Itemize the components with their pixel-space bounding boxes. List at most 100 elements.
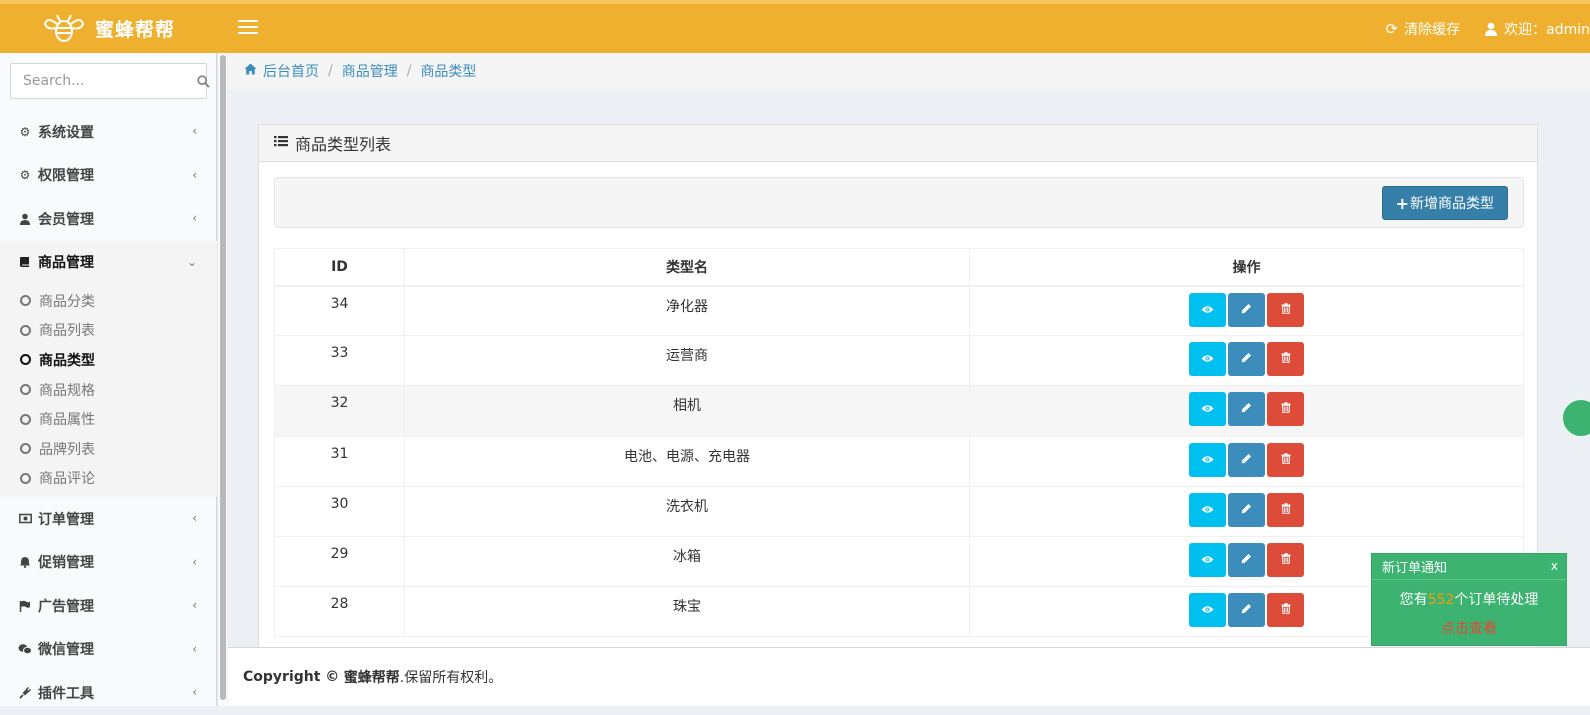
cell-actions	[969, 284, 1524, 337]
edit-button[interactable]	[1228, 342, 1265, 377]
view-orders-link[interactable]: 点击查看	[1372, 618, 1566, 640]
cell-id: 34	[274, 284, 405, 337]
breadcrumb-current[interactable]: 商品类型	[420, 61, 476, 81]
hamburger-icon	[238, 20, 258, 22]
scrollbar-thumb[interactable]	[220, 55, 226, 700]
table-row: 31 电池、电源、充电器	[274, 435, 1524, 487]
sidebar-item-plugins[interactable]: 插件工具 ‹	[0, 671, 217, 715]
sidebar-item-permissions[interactable]: ⚙ 权限管理 ‹	[0, 154, 217, 198]
sidebar-subitem-product-type[interactable]: 商品类型	[0, 345, 217, 375]
subitem-label: 商品评论	[39, 471, 95, 488]
delete-button[interactable]	[1267, 292, 1304, 327]
footer-brand: 蜜蜂帮帮	[343, 670, 400, 686]
pencil-icon	[1241, 302, 1252, 318]
sidebar-subitem-product-attribute[interactable]: 商品属性	[0, 404, 217, 434]
delete-button[interactable]	[1267, 442, 1304, 477]
delete-button[interactable]	[1267, 492, 1304, 527]
chevron-down-icon: ⌄	[186, 254, 197, 269]
sidebar-subitem-product-category[interactable]: 商品分类	[0, 286, 217, 316]
edit-button[interactable]	[1228, 593, 1265, 628]
view-button[interactable]	[1189, 342, 1226, 377]
sidebar-search	[10, 63, 210, 99]
search-input[interactable]	[11, 64, 197, 98]
logo[interactable]: 蜜蜂帮帮	[0, 4, 218, 53]
edit-button[interactable]	[1228, 492, 1265, 527]
cell-actions	[969, 335, 1524, 387]
user-menu[interactable]: 欢迎：admin	[1484, 19, 1590, 39]
cell-actions	[969, 435, 1524, 487]
breadcrumb: 后台首页 / 商品管理 / 商品类型	[228, 53, 1590, 89]
delete-button[interactable]	[1267, 392, 1304, 427]
view-button[interactable]	[1189, 492, 1226, 527]
footer-rights: .保留所有权利。	[399, 670, 503, 686]
sidebar-item-promotions[interactable]: 促销管理 ‹	[0, 541, 217, 585]
eye-icon	[1201, 502, 1214, 518]
notification-header: 新订单通知 x	[1372, 554, 1566, 580]
money-icon	[18, 512, 32, 526]
trash-icon	[1281, 351, 1291, 367]
gear-icon: ⚙	[19, 124, 31, 139]
table-row: 30 洗衣机	[274, 485, 1524, 537]
column-header-actions: 操作	[969, 248, 1524, 287]
cell-type-name: 冰箱	[404, 535, 970, 588]
edit-button[interactable]	[1228, 442, 1265, 477]
view-button[interactable]	[1189, 292, 1226, 327]
pencil-icon	[1241, 552, 1252, 568]
breadcrumb-home-link[interactable]: 后台首页	[263, 61, 319, 81]
table-header-row: ID 类型名 操作	[274, 248, 1524, 287]
sidebar-subitem-product-list[interactable]: 商品列表	[0, 316, 217, 346]
cell-actions	[969, 385, 1524, 437]
delete-button[interactable]	[1267, 542, 1304, 577]
edit-button[interactable]	[1228, 542, 1265, 577]
sidebar-item-members[interactable]: 会员管理 ‹	[0, 197, 217, 241]
search-icon[interactable]	[197, 74, 210, 88]
floating-chat-bubble[interactable]	[1561, 398, 1590, 438]
delete-button[interactable]	[1267, 593, 1304, 628]
add-product-type-button[interactable]: + 新增商品类型	[1381, 186, 1508, 220]
notice-text-after: 个订单待处理	[1454, 592, 1539, 608]
sidebar-item-orders[interactable]: 订单管理 ‹	[0, 497, 217, 541]
sidebar-item-wechat[interactable]: 微信管理 ‹	[0, 628, 217, 672]
sidebar-item-ads[interactable]: 广告管理 ‹	[0, 584, 217, 628]
eye-icon	[1201, 302, 1214, 318]
sidebar-toggle-button[interactable]	[238, 16, 258, 38]
circle-icon	[20, 354, 31, 366]
trash-icon	[1281, 302, 1291, 318]
book-icon	[18, 255, 32, 269]
pencil-icon	[1241, 602, 1252, 618]
bell-icon	[18, 555, 32, 569]
pencil-icon	[1241, 502, 1252, 518]
sidebar-item-products[interactable]: 商品管理 ⌄	[0, 240, 217, 284]
trash-icon	[1281, 552, 1291, 568]
flag-icon	[18, 599, 32, 613]
subitem-label: 商品列表	[39, 323, 95, 340]
close-icon[interactable]: x	[1551, 559, 1558, 573]
sidebar-item-system-settings[interactable]: ⚙ 系统设置 ‹	[0, 110, 217, 154]
subitem-label: 商品分类	[39, 293, 95, 310]
cell-id: 31	[274, 435, 405, 487]
sidebar-item-label: 订单管理	[38, 511, 94, 528]
view-button[interactable]	[1189, 542, 1226, 577]
clear-cache-button[interactable]: ⟳ 清除缓存	[1386, 19, 1461, 39]
circle-icon	[20, 413, 31, 425]
delete-button[interactable]	[1267, 342, 1304, 377]
circle-icon	[20, 443, 31, 455]
sidebar-subitem-brand-list[interactable]: 品牌列表	[0, 434, 217, 464]
edit-button[interactable]	[1228, 292, 1265, 327]
view-button[interactable]	[1189, 593, 1226, 628]
breadcrumb-separator: /	[328, 63, 333, 79]
breadcrumb-separator: /	[406, 63, 412, 79]
panel-title: 商品类型列表	[295, 135, 392, 154]
view-button[interactable]	[1189, 442, 1226, 477]
breadcrumb-products-link[interactable]: 商品管理	[342, 61, 398, 81]
circle-icon	[20, 324, 31, 336]
view-button[interactable]	[1189, 392, 1226, 427]
pencil-icon	[1241, 401, 1252, 417]
sidebar-scrollbar[interactable]	[217, 53, 227, 706]
sidebar-subitem-product-comments[interactable]: 商品评论	[0, 464, 217, 494]
sidebar-subitem-product-spec[interactable]: 商品规格	[0, 375, 217, 405]
sidebar-item-label: 权限管理	[38, 168, 94, 185]
navbar-right: ⟳ 清除缓存 欢迎：admin	[1362, 4, 1590, 53]
plus-icon: +	[1395, 193, 1409, 213]
edit-button[interactable]	[1228, 392, 1265, 427]
